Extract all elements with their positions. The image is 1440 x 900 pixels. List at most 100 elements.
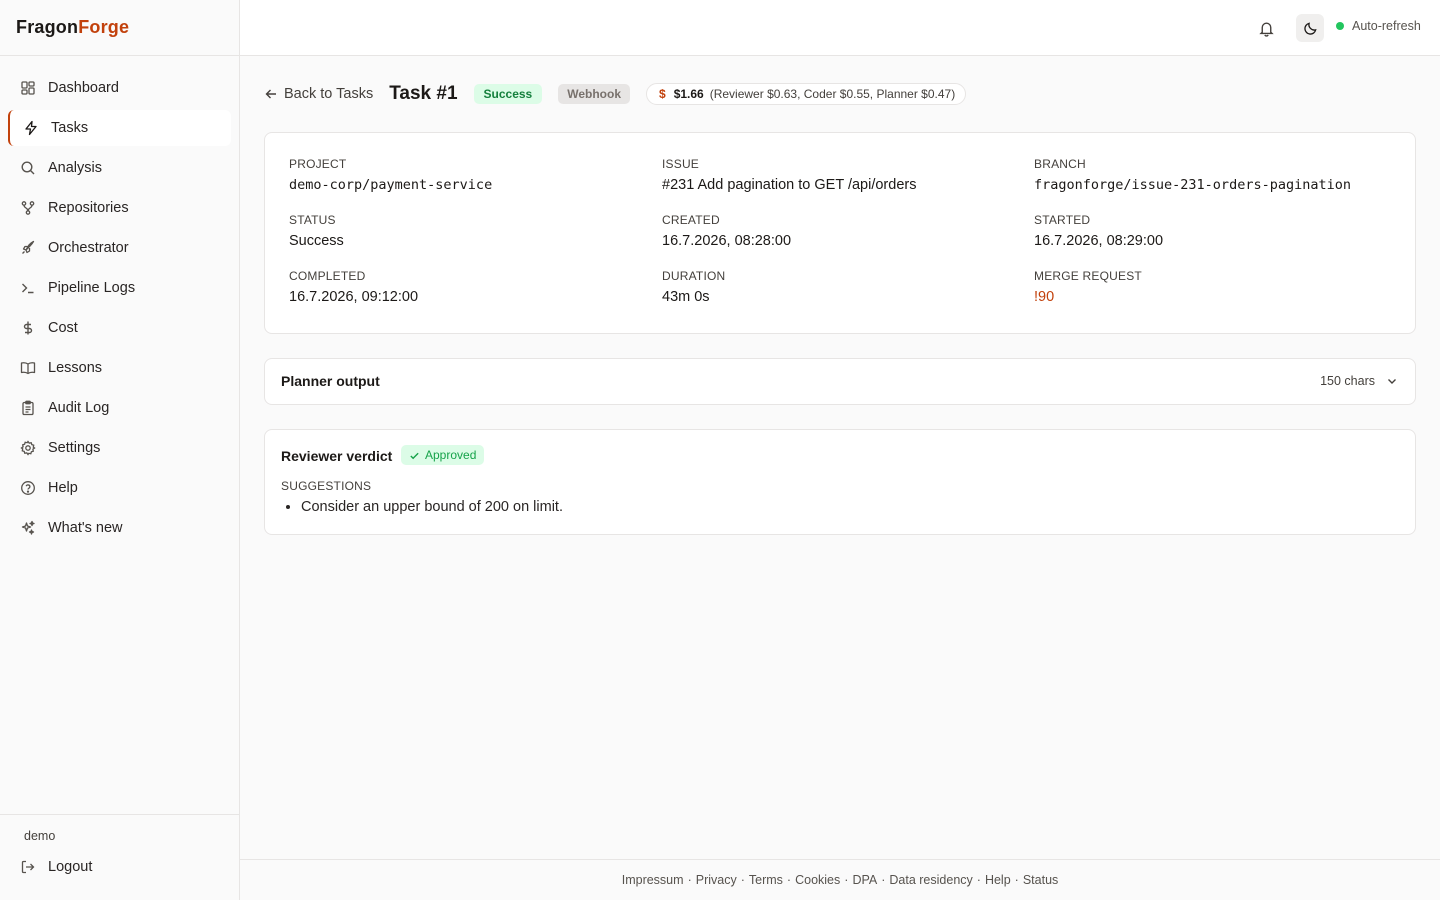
- source-badge: Webhook: [558, 84, 630, 104]
- logout-icon: [20, 859, 36, 875]
- sidebar-footer: demo Logout: [0, 814, 239, 900]
- footer-separator: ·: [844, 873, 849, 887]
- planner-output-panel[interactable]: Planner output 150 chars: [264, 358, 1416, 405]
- page-title: Task #1: [389, 83, 458, 104]
- field-value: demo-corp/payment-service: [289, 177, 493, 193]
- list-item: Consider an upper bound of 200 on limit.: [301, 499, 563, 515]
- field-label: MERGE REQUEST: [1034, 269, 1142, 283]
- sidebar-item-label: Dashboard: [48, 80, 119, 96]
- footer-link-terms[interactable]: Terms: [749, 873, 783, 887]
- field-label: PROJECT: [289, 157, 347, 171]
- check-icon: [409, 450, 420, 461]
- sidebar-item-whats-new[interactable]: What's new: [8, 510, 231, 546]
- task-details-card: PROJECT demo-corp/payment-service ISSUE …: [264, 132, 1416, 334]
- sidebar-item-label: Cost: [48, 320, 78, 336]
- footer-separator: ·: [786, 873, 792, 887]
- sidebar-item-label: Pipeline Logs: [48, 280, 136, 296]
- help-icon: [20, 480, 36, 496]
- footer-link-help[interactable]: Help: [985, 873, 1011, 887]
- footer-link-data-residency[interactable]: Data residency: [889, 873, 972, 887]
- status-badge: Success: [473, 84, 543, 104]
- sidebar-item-cost[interactable]: Cost: [8, 310, 231, 346]
- verdict-label: Approved: [425, 448, 477, 462]
- footer-separator: ·: [1014, 873, 1019, 887]
- completed-field: COMPLETED 16.7.2026, 09:12:00: [289, 269, 418, 305]
- footer-link-cookies[interactable]: Cookies: [795, 873, 840, 887]
- merge-request-link[interactable]: !90: [1034, 289, 1142, 305]
- main-content: Back to Tasks Task #1 Success Webhook $ …: [240, 56, 1440, 859]
- cost-summary-pill: $ $1.66 (Reviewer $0.63, Coder $0.55, Pl…: [646, 83, 967, 105]
- lightning-icon: [23, 120, 39, 136]
- duration-field: DURATION 43m 0s: [662, 269, 725, 305]
- footer-separator: ·: [687, 873, 692, 887]
- branch-field: BRANCH fragonforge/issue-231-orders-pagi…: [1034, 157, 1351, 193]
- auto-refresh-toggle[interactable]: Auto-refresh: [1336, 19, 1421, 33]
- terminal-icon: [20, 280, 36, 296]
- reviewer-verdict-panel: Reviewer verdict Approved SUGGESTIONS Co…: [264, 429, 1416, 535]
- top-header: Auto-refresh: [240, 0, 1440, 56]
- back-label: Back to Tasks: [284, 86, 374, 102]
- cost-breakdown: (Reviewer $0.63, Coder $0.55, Planner $0…: [709, 87, 956, 101]
- sidebar-item-repositories[interactable]: Repositories: [8, 190, 231, 226]
- page-footer: Impressum · Privacy · Terms · Cookies · DPA ·…: [240, 859, 1440, 900]
- field-label: ISSUE: [662, 157, 700, 171]
- panel-title: Reviewer verdict: [281, 448, 393, 464]
- cost-total: $1.66: [673, 87, 704, 101]
- char-count: 150 chars: [1320, 374, 1375, 388]
- rocket-icon: [20, 240, 36, 256]
- field-value: fragonforge/issue-231-orders-pagination: [1034, 177, 1351, 193]
- footer-link-privacy[interactable]: Privacy: [696, 873, 737, 887]
- sidebar-item-label: Analysis: [48, 160, 102, 176]
- project-field: PROJECT demo-corp/payment-service: [289, 157, 492, 193]
- sidebar-item-label: What's new: [48, 520, 123, 536]
- gear-icon: [20, 440, 36, 456]
- panel-title: Planner output: [281, 373, 380, 389]
- sidebar-item-analysis[interactable]: Analysis: [8, 150, 231, 186]
- sidebar-item-label: Audit Log: [48, 400, 110, 416]
- back-to-tasks-link[interactable]: Back to Tasks: [264, 86, 373, 102]
- brand-name-part2: Forge: [78, 17, 130, 37]
- field-label: STARTED: [1034, 213, 1091, 227]
- field-value: 16.7.2026, 08:29:00: [1034, 233, 1164, 249]
- git-branch-icon: [20, 200, 36, 216]
- field-value: 16.7.2026, 09:12:00: [289, 289, 419, 305]
- dollar-icon: $: [659, 87, 666, 101]
- sidebar-item-label: Help: [48, 480, 78, 496]
- current-user: demo: [24, 829, 56, 843]
- sidebar-item-audit-log[interactable]: Audit Log: [8, 390, 231, 426]
- sidebar-item-dashboard[interactable]: Dashboard: [8, 70, 231, 106]
- sidebar-item-help[interactable]: Help: [8, 470, 231, 506]
- auto-refresh-label: Auto-refresh: [1352, 19, 1421, 33]
- sidebar-item-settings[interactable]: Settings: [8, 430, 231, 466]
- bell-icon[interactable]: [1256, 18, 1276, 38]
- sidebar-item-lessons[interactable]: Lessons: [8, 350, 231, 386]
- footer-link-dpa[interactable]: DPA: [852, 873, 877, 887]
- search-icon: [20, 160, 36, 176]
- moon-icon: [1303, 21, 1318, 36]
- sidebar-item-pipeline-logs[interactable]: Pipeline Logs: [8, 270, 231, 306]
- suggestions-list: Consider an upper bound of 200 on limit.: [301, 499, 563, 515]
- issue-field: ISSUE #231 Add pagination to GET /api/or…: [662, 157, 916, 193]
- dashboard-icon: [20, 80, 36, 96]
- sidebar-item-tasks[interactable]: Tasks: [8, 110, 231, 146]
- footer-link-status[interactable]: Status: [1023, 873, 1058, 887]
- suggestions-label: SUGGESTIONS: [281, 479, 372, 493]
- book-icon: [20, 360, 36, 376]
- dollar-icon: [20, 320, 36, 336]
- footer-link-impressum[interactable]: Impressum: [622, 873, 684, 887]
- status-field: STATUS Success: [289, 213, 344, 249]
- sidebar-item-label: Settings: [48, 440, 101, 456]
- logout-button[interactable]: Logout: [20, 859, 92, 875]
- sidebar-item-label: Lessons: [48, 360, 103, 376]
- field-value: Success: [289, 233, 344, 249]
- field-value: 16.7.2026, 08:28:00: [662, 233, 792, 249]
- field-label: COMPLETED: [289, 269, 366, 283]
- chevron-down-icon[interactable]: [1385, 374, 1399, 388]
- brand-logo[interactable]: Fragon Forge: [0, 0, 239, 56]
- sidebar-item-orchestrator[interactable]: Orchestrator: [8, 230, 231, 266]
- field-label: DURATION: [662, 269, 726, 283]
- merge-request-field: MERGE REQUEST !90: [1034, 269, 1142, 305]
- sidebar: Fragon Forge Dashboard Tasks Analysis Rep…: [0, 0, 240, 900]
- sidebar-nav: Dashboard Tasks Analysis Repositories Or…: [0, 56, 239, 546]
- theme-toggle-button[interactable]: [1296, 14, 1324, 42]
